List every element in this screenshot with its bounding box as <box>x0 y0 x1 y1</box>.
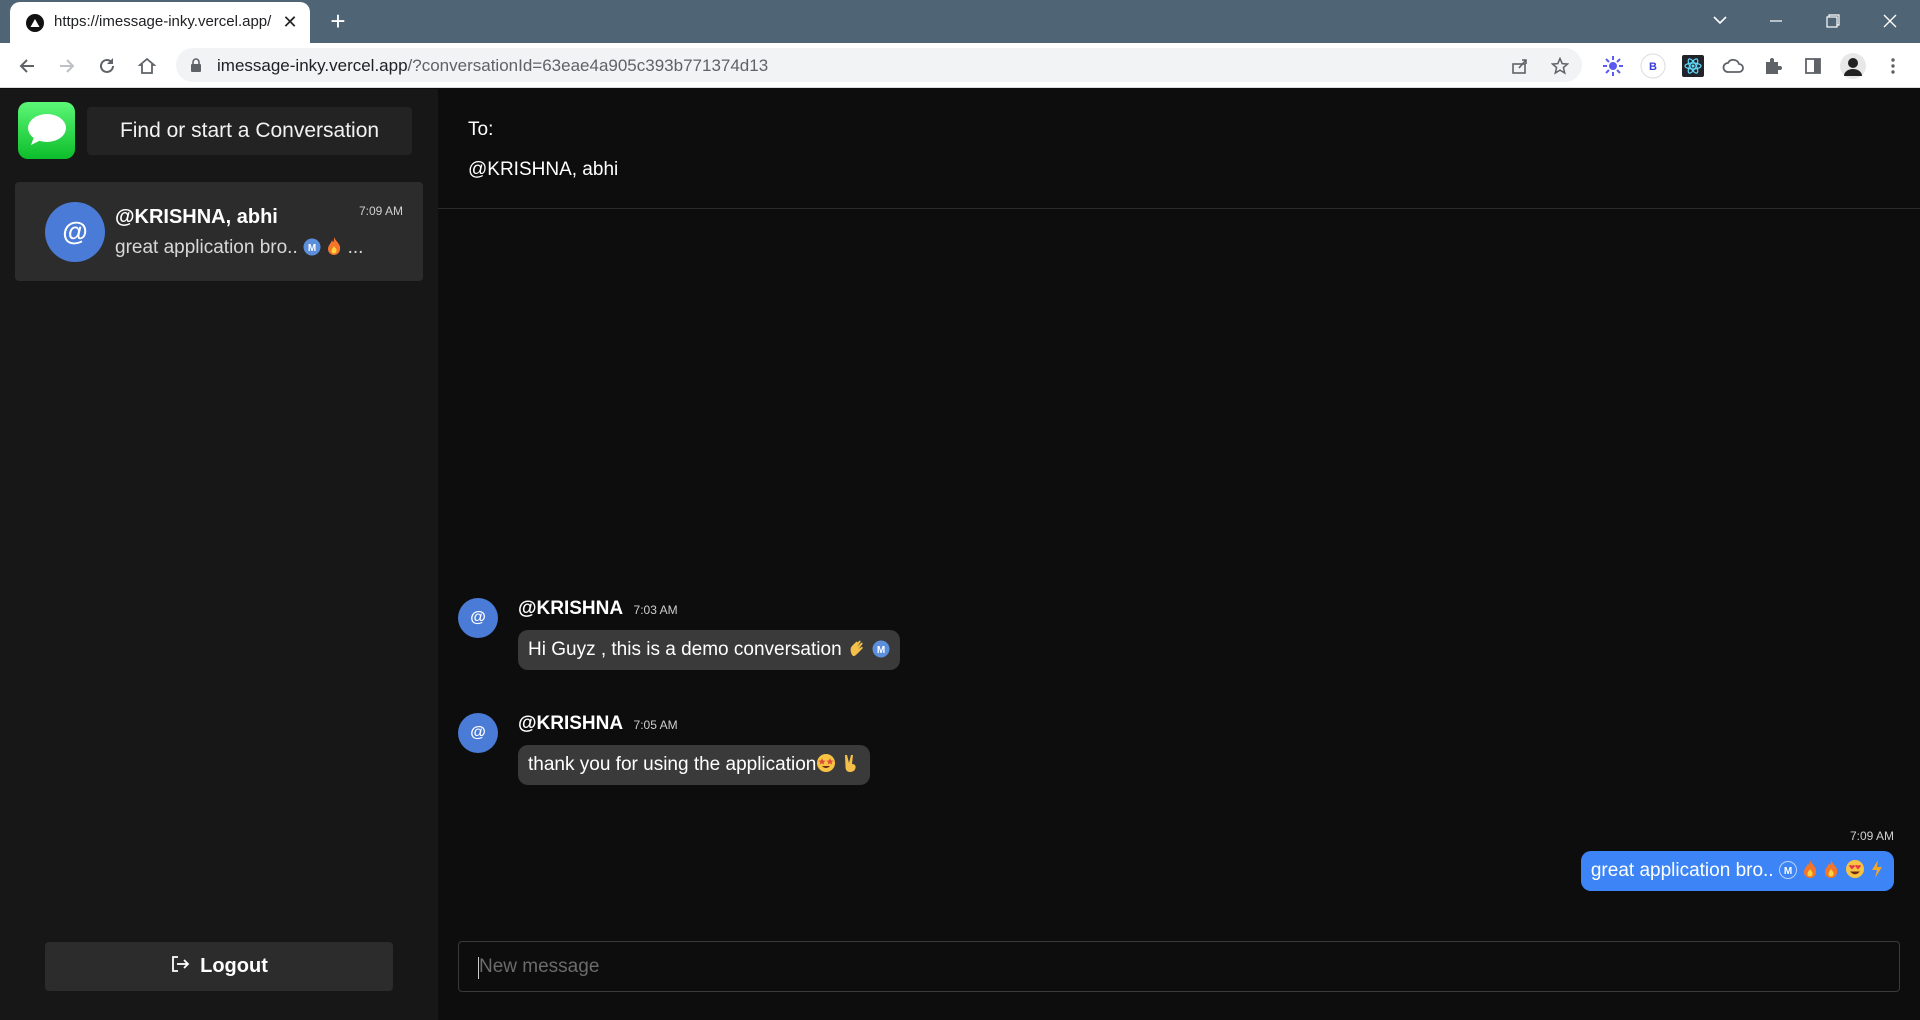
extension-react-devtools-icon[interactable] <box>1678 51 1708 81</box>
extension-cloud-icon[interactable] <box>1718 51 1748 81</box>
text-caret <box>478 957 479 979</box>
message-time: 7:05 AM <box>633 718 678 732</box>
reload-icon[interactable] <box>92 51 122 81</box>
conversation-name: @KRISHNA, abhi <box>115 206 278 228</box>
chat-panel: To: @KRISHNA, abhi @ @KRISHNA 7:03 AM Hi… <box>438 89 1920 1020</box>
chat-header: To: @KRISHNA, abhi <box>438 89 1920 209</box>
find-conversation-button[interactable]: Find or start a Conversation <box>87 107 412 155</box>
browser-tab[interactable]: https://imessage-inky.vercel.app/ ✕ <box>10 2 310 43</box>
message-sender: @KRISHNA <box>518 713 624 734</box>
logout-button[interactable]: Logout <box>45 942 393 991</box>
svg-text:M: M <box>877 645 885 656</box>
conversation-time: 7:09 AM <box>358 204 403 218</box>
new-message-input[interactable] <box>459 942 1899 991</box>
lock-icon <box>190 58 202 77</box>
new-tab-button[interactable]: + <box>324 8 352 36</box>
extension-sun-icon[interactable] <box>1598 51 1628 81</box>
victory-hand-emoji-icon <box>842 753 860 779</box>
message-time: 7:03 AM <box>633 603 678 617</box>
message-bubble: Hi Guyz , this is a demo conversation M <box>518 630 901 670</box>
tab-close-icon[interactable]: ✕ <box>280 12 300 32</box>
back-arrow-icon[interactable] <box>12 51 42 81</box>
restore-button[interactable] <box>1813 6 1853 36</box>
m-badge-emoji-icon: M <box>303 238 321 262</box>
imessage-app: Find or start a Conversation @ @KRISHNA,… <box>0 89 1920 1020</box>
lightning-emoji-icon <box>1870 859 1884 885</box>
conversation-item[interactable]: @ @KRISHNA, abhi 7:09 AM great applicati… <box>15 182 423 281</box>
home-icon[interactable] <box>132 51 162 81</box>
own-message-bubble: great application bro.. M <box>1580 851 1894 891</box>
profile-avatar-icon[interactable] <box>1838 51 1868 81</box>
browser-tab-strip: https://imessage-inky.vercel.app/ ✕ + <box>0 0 1920 43</box>
m-badge-emoji-icon: M <box>1778 861 1797 885</box>
logout-label: Logout <box>200 955 268 977</box>
svg-text:M: M <box>1784 866 1792 877</box>
message-input-wrapper <box>458 941 1900 992</box>
imessage-logo-icon <box>18 102 75 159</box>
message-sender: @KRISHNA <box>518 598 624 619</box>
m-badge-emoji-icon: M <box>872 640 890 664</box>
sidebar: Find or start a Conversation @ @KRISHNA,… <box>0 89 438 1020</box>
star-struck-emoji-icon <box>816 753 836 779</box>
browser-menu-icon[interactable] <box>1878 51 1908 81</box>
address-bar[interactable]: imessage-inky.vercel.app/?conversationId… <box>176 48 1582 82</box>
conversation-preview: great application bro.. M ... <box>115 236 363 262</box>
close-window-button[interactable] <box>1870 6 1910 36</box>
fire-emoji-icon <box>1823 859 1839 885</box>
avatar: @ <box>45 202 105 262</box>
svg-text:B: B <box>1649 61 1657 73</box>
extensions-puzzle-icon[interactable] <box>1758 51 1788 81</box>
fire-emoji-icon <box>1802 859 1818 885</box>
share-icon[interactable] <box>1509 55 1531 77</box>
svg-text:M: M <box>308 243 316 254</box>
extension-b-icon[interactable]: B <box>1638 51 1668 81</box>
heart-eyes-emoji-icon <box>1845 859 1865 885</box>
side-panel-icon[interactable] <box>1798 51 1828 81</box>
forward-arrow-icon[interactable] <box>52 51 82 81</box>
recipients: @KRISHNA, abhi <box>468 159 619 180</box>
avatar: @ <box>458 598 498 638</box>
tab-search-chevron-icon[interactable] <box>1700 6 1740 36</box>
to-label: To: <box>468 119 494 140</box>
minimize-button[interactable] <box>1756 6 1796 36</box>
browser-toolbar: imessage-inky.vercel.app/?conversationId… <box>0 43 1920 88</box>
vercel-favicon-icon <box>26 14 44 32</box>
message-bubble: thank you for using the application <box>518 745 870 785</box>
bookmark-star-icon[interactable] <box>1549 55 1571 77</box>
own-message-time: 7:09 AM <box>1849 829 1894 843</box>
fire-emoji-icon <box>326 236 342 262</box>
tab-title: https://imessage-inky.vercel.app/ <box>54 13 272 30</box>
url-text: imessage-inky.vercel.app/?conversationId… <box>217 56 769 75</box>
avatar: @ <box>458 713 498 753</box>
logout-icon <box>170 954 190 980</box>
waving-hand-emoji-icon <box>847 638 867 664</box>
